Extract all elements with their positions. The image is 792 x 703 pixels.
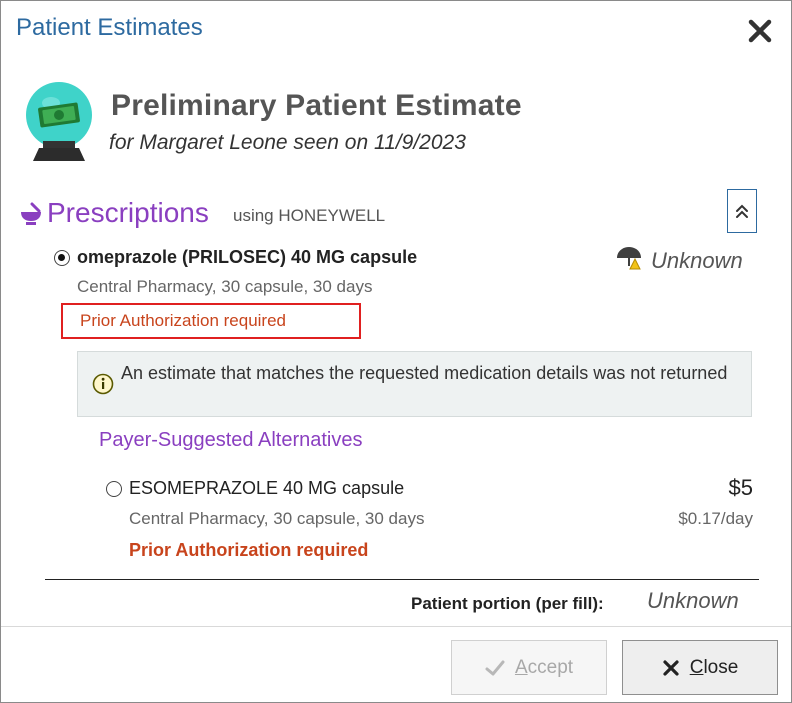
close-icon[interactable] — [745, 16, 775, 46]
alternative-details: Central Pharmacy, 30 capsule, 30 days — [129, 509, 425, 528]
patient-portion-value: Unknown — [647, 588, 739, 613]
alternative-price: $5 — [728, 475, 753, 500]
collapse-section-button[interactable] — [727, 189, 757, 233]
medication-radio-omeprazole[interactable] — [54, 250, 70, 266]
prior-authorization-warning: Prior Authorization required — [61, 303, 361, 339]
money-crystal-ball-icon — [21, 81, 97, 161]
mortar-pestle-icon — [20, 202, 42, 226]
check-icon — [485, 659, 505, 677]
accept-button[interactable]: Accept — [451, 640, 607, 695]
close-icon — [662, 659, 680, 677]
alternatives-heading: Payer-Suggested Alternatives — [99, 429, 363, 451]
estimate-title: Preliminary Patient Estimate — [111, 89, 522, 122]
medication-name: omeprazole (PRILOSEC) 40 MG capsule — [77, 247, 418, 267]
accept-button-label: Accept — [514, 656, 574, 678]
info-message-text: An estimate that matches the requested m… — [121, 363, 728, 383]
prescriptions-heading: Prescriptions — [47, 197, 209, 228]
umbrella-warning-icon — [615, 246, 643, 275]
dialog-title: Patient Estimates — [16, 14, 203, 41]
alternative-prior-authorization: Prior Authorization required — [129, 540, 369, 560]
coverage-status-text: Unknown — [651, 247, 743, 273]
coverage-status: Unknown — [615, 246, 743, 275]
double-chevron-up-icon — [736, 204, 748, 218]
info-message-box: An estimate that matches the requested m… — [77, 351, 752, 417]
info-icon — [92, 373, 114, 395]
patient-estimates-dialog: Patient Estimates Preliminary Patient Es… — [0, 0, 792, 703]
medication-details: Central Pharmacy, 30 capsule, 30 days — [77, 277, 373, 296]
footer-divider — [1, 626, 791, 627]
alternative-radio-esomeprazole[interactable] — [106, 481, 122, 497]
alternative-name: ESOMEPRAZOLE 40 MG capsule — [129, 478, 405, 498]
close-button-label: Close — [689, 656, 739, 678]
patient-portion-label: Patient portion (per fill): — [411, 594, 604, 613]
pbm-name: using HONEYWELL — [233, 206, 386, 225]
close-button[interactable]: Close — [622, 640, 778, 695]
estimate-subtitle: for Margaret Leone seen on 11/9/2023 — [109, 131, 466, 154]
section-divider — [45, 579, 759, 580]
alternative-per-day-cost: $0.17/day — [678, 509, 753, 528]
